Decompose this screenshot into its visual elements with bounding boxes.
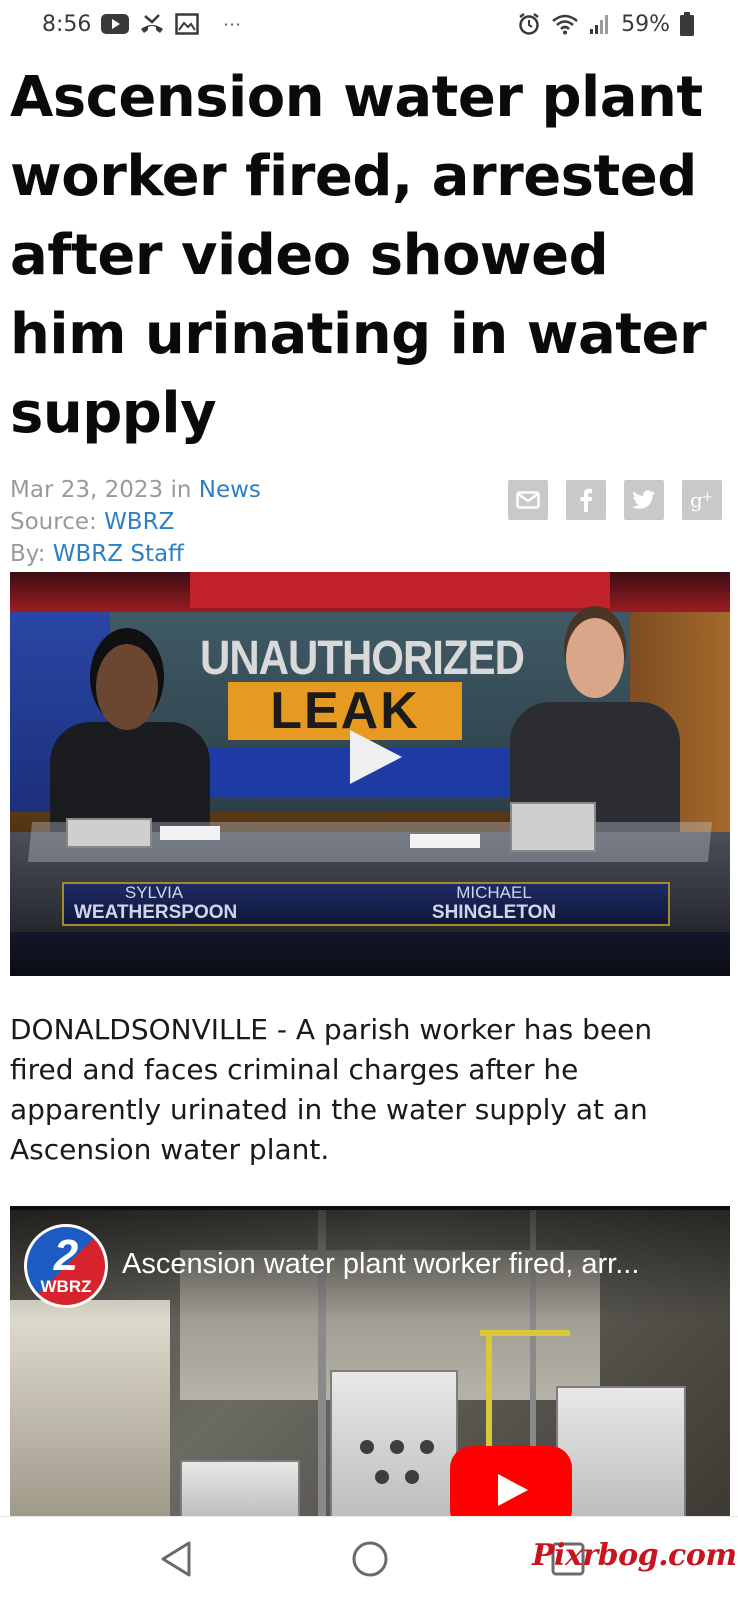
nav-back-button[interactable] — [154, 1537, 198, 1581]
panel-knob — [420, 1440, 434, 1454]
youtube-play-button[interactable] — [450, 1446, 572, 1516]
article-headline: Ascension water plant worker fired, arre… — [10, 65, 707, 446]
meta-source-label: Source: — [10, 509, 97, 535]
status-left: 8:56 ··· — [42, 12, 242, 37]
email-icon — [516, 491, 540, 509]
panel-knob — [405, 1470, 419, 1484]
desk-paper-right — [410, 834, 480, 848]
source-link[interactable]: WBRZ — [104, 509, 174, 535]
studio-red-panel — [190, 572, 610, 608]
share-bar: g + — [508, 480, 722, 520]
youtube-embed-player[interactable]: 2 WBRZ Ascension water plant worker fire… — [10, 1206, 730, 1516]
back-icon — [161, 1541, 191, 1577]
facebook-icon — [580, 488, 592, 512]
anchor-right-last-name: SHINGLETON — [431, 902, 557, 923]
youtube-video-title[interactable]: Ascension water plant worker fired, arr.… — [122, 1248, 639, 1281]
anchor-right-first-name: MICHAEL — [456, 883, 532, 902]
control-panel-left — [180, 1460, 300, 1516]
play-icon[interactable] — [350, 730, 402, 784]
lower-third-names: SYLVIA WEATHERSPOON MICHAEL SHINGLETON — [62, 882, 670, 926]
anchor-left-head — [96, 644, 158, 730]
youtube-play-icon — [498, 1474, 528, 1506]
meta-by-label: By: — [10, 541, 46, 567]
control-panel-right — [556, 1386, 686, 1516]
google-plus-icon: g + — [690, 488, 713, 512]
status-bar: 8:56 ··· 59% — [0, 0, 738, 48]
thumbnail-rail-1 — [480, 1330, 570, 1336]
author-link[interactable]: WBRZ Staff — [53, 541, 184, 567]
home-icon — [352, 1541, 388, 1577]
news-video-player[interactable]: UNAUTHORIZED LEAK SYLVIA WEATHERSPOON MI… — [10, 572, 730, 976]
youtube-icon — [101, 14, 130, 34]
desk-paper-left — [160, 826, 220, 840]
meta-date-row: Mar 23, 2023 in News — [10, 474, 261, 506]
anchor-right-name: MICHAEL SHINGLETON — [414, 884, 574, 924]
left-laptop — [66, 818, 152, 848]
status-right: 59% — [517, 12, 694, 37]
panel-knob — [360, 1440, 374, 1454]
wbrz-logo-name: WBRZ — [40, 1277, 92, 1296]
right-laptop — [510, 802, 596, 852]
twitter-icon — [632, 490, 655, 509]
panel-knob — [375, 1470, 389, 1484]
article-meta: Mar 23, 2023 in News Source: WBRZ By: WB… — [10, 474, 261, 570]
anchor-right-head — [566, 618, 624, 698]
watermark-text: Pixrbog.com — [532, 1538, 737, 1573]
share-google-plus-button[interactable]: g + — [682, 480, 722, 520]
meta-in-label: in — [170, 477, 192, 503]
thumbnail-window — [10, 1300, 170, 1516]
share-email-button[interactable] — [508, 480, 548, 520]
nav-home-button[interactable] — [348, 1537, 392, 1581]
panel-knob — [390, 1440, 404, 1454]
status-overflow: ··· — [223, 14, 242, 34]
status-time: 8:56 — [42, 11, 92, 37]
battery-percent: 59% — [621, 11, 670, 37]
desk-bridge-graphic — [10, 932, 730, 976]
signal-icon — [589, 13, 611, 35]
category-link[interactable]: News — [199, 477, 261, 503]
svg-text:+: + — [702, 490, 713, 505]
missed-call-icon — [139, 13, 165, 35]
meta-source-row: Source: WBRZ — [10, 506, 261, 538]
wbrz-logo-number: 2 — [53, 1231, 79, 1280]
anchor-left-first-name: SYLVIA — [124, 883, 184, 902]
article-body: DONALDSONVILLE - A parish worker has bee… — [10, 1013, 653, 1166]
anchor-left-last-name: WEATHERSPOON — [74, 902, 238, 923]
battery-icon — [680, 12, 694, 36]
anchor-left-name: SYLVIA WEATHERSPOON — [74, 883, 238, 924]
graphic-line-1: UNAUTHORIZED — [200, 630, 525, 685]
meta-author-row: By: WBRZ Staff — [10, 538, 261, 570]
gallery-icon — [175, 13, 200, 35]
article-date: Mar 23, 2023 — [10, 477, 164, 503]
share-facebook-button[interactable] — [566, 480, 606, 520]
wifi-icon — [551, 13, 579, 35]
wbrz-logo[interactable]: 2 WBRZ — [24, 1224, 108, 1308]
graphic-line-2: LEAK — [228, 682, 462, 740]
share-twitter-button[interactable] — [624, 480, 664, 520]
alarm-icon — [517, 12, 541, 36]
